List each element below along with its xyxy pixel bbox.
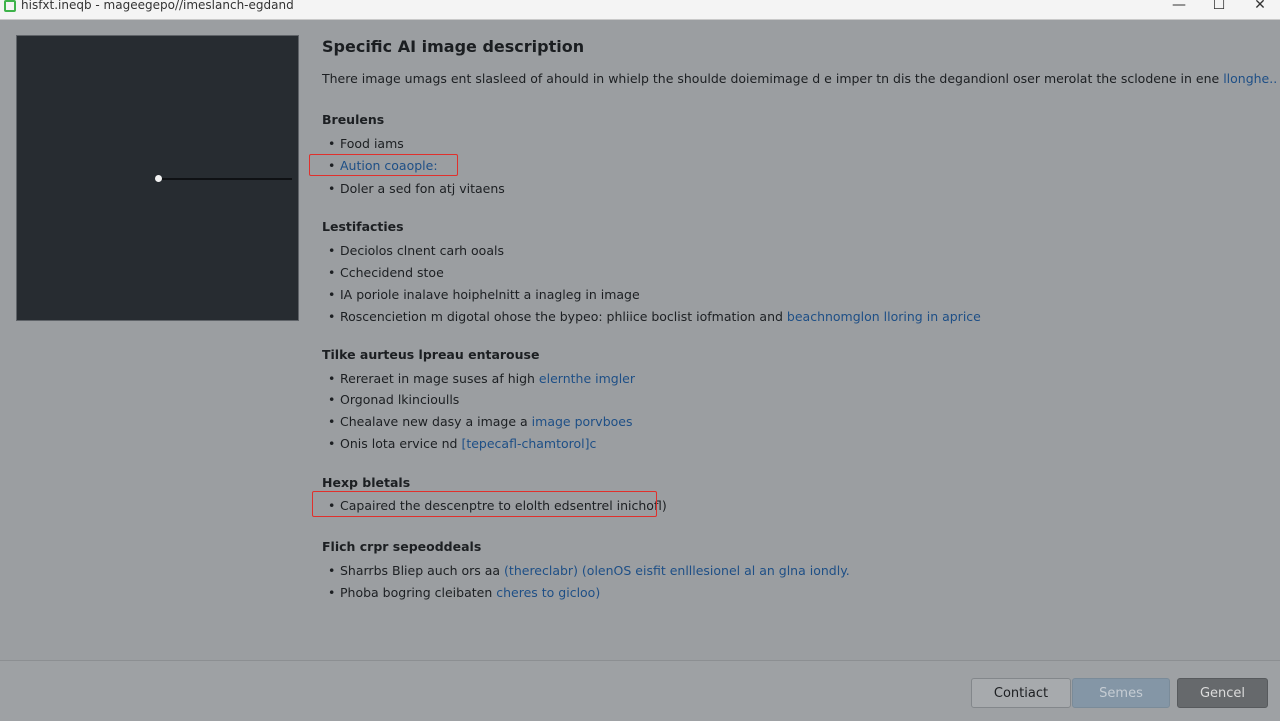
section-heading: Hexp bletals bbox=[322, 475, 411, 490]
page-title: Specific AI image description bbox=[322, 37, 585, 56]
item-link[interactable]: beachnomglon lloring in aprice bbox=[787, 309, 981, 324]
item-text: Rereraet in mage suses af high bbox=[340, 371, 539, 386]
intro-paragraph: There image umags ent slasleed of ahould… bbox=[322, 71, 1277, 86]
image-preview bbox=[16, 35, 299, 321]
highlight-box bbox=[309, 154, 458, 176]
preview-line bbox=[159, 178, 292, 180]
section-heading: Breulens bbox=[322, 112, 385, 127]
item-link[interactable]: cheres to gicloo) bbox=[496, 585, 600, 600]
section-heading: Lestifacties bbox=[322, 219, 404, 234]
item-link[interactable]: image porvboes bbox=[532, 414, 633, 429]
item-link[interactable]: [tepecafl-chamtorol]c bbox=[461, 436, 596, 451]
highlight-box bbox=[312, 491, 657, 517]
item-text: Orgonad lkincioulls bbox=[340, 392, 460, 407]
list-item: Sharrbs Bliep auch ors aa (thereclabr) (… bbox=[328, 563, 850, 578]
dialog-footer: Contiact Semes Gencel bbox=[0, 660, 1280, 721]
item-text: Food iams bbox=[340, 136, 404, 151]
intro-link[interactable]: llonghe.. bbox=[1223, 71, 1277, 86]
list-item: Onis lota ervice nd [tepecafl-chamtorol]… bbox=[328, 436, 596, 451]
list-item: Deciolos clnent carh ooals bbox=[328, 243, 504, 258]
item-text: Deciolos clnent carh ooals bbox=[340, 243, 504, 258]
preview-dot bbox=[155, 175, 162, 182]
list-item: Food iams bbox=[328, 136, 404, 151]
app-icon bbox=[4, 0, 16, 12]
window-title: hisfxt.ineqb - mageegepo//imeslanch-egda… bbox=[21, 0, 294, 12]
intro-text: There image umags ent slasleed of ahould… bbox=[322, 71, 1224, 86]
section-heading: Tilke aurteus lpreau entarouse bbox=[322, 347, 540, 362]
item-text: Onis lota ervice nd bbox=[340, 436, 462, 451]
close-button[interactable]: ✕ bbox=[1246, 0, 1274, 15]
list-item: Doler a sed fon atj vitaens bbox=[328, 181, 505, 196]
item-text: IA poriole inalave hoiphelnitt a inagleg… bbox=[340, 287, 640, 302]
list-item: Chealave new dasy a image a image porvbo… bbox=[328, 414, 632, 429]
maximize-button[interactable]: ☐ bbox=[1205, 0, 1233, 15]
item-text: Roscencietion m digotal ohose the bypeo:… bbox=[340, 309, 787, 324]
list-item: Cchecidend stoe bbox=[328, 265, 444, 280]
list-item: Rereraet in mage suses af high elernthe … bbox=[328, 371, 635, 386]
cancel-button[interactable]: Gencel bbox=[1177, 678, 1268, 708]
item-text: Phoba bogring cleibaten bbox=[340, 585, 497, 600]
list-item: Orgonad lkincioulls bbox=[328, 392, 459, 407]
item-text: Cchecidend stoe bbox=[340, 265, 444, 280]
minimize-button[interactable]: — bbox=[1165, 0, 1193, 15]
dialog-content: Specific AI image description There imag… bbox=[0, 20, 1280, 660]
item-link[interactable]: (thereclabr) (olenOS eisfit enlllesionel… bbox=[504, 563, 850, 578]
item-text: Sharrbs Bliep auch ors aa bbox=[340, 563, 505, 578]
send-button[interactable]: Semes bbox=[1072, 678, 1170, 708]
item-text: Doler a sed fon atj vitaens bbox=[340, 181, 505, 196]
item-link[interactable]: elernthe imgler bbox=[539, 371, 635, 386]
section-heading: Flich crpr sepeoddeals bbox=[322, 539, 482, 554]
list-item: Roscencietion m digotal ohose the bypeo:… bbox=[328, 309, 981, 324]
list-item: IA poriole inalave hoiphelnitt a inagleg… bbox=[328, 287, 640, 302]
item-text: Chealave new dasy a image a bbox=[340, 414, 532, 429]
contact-button[interactable]: Contiact bbox=[971, 678, 1071, 708]
list-item: Phoba bogring cleibaten cheres to gicloo… bbox=[328, 585, 600, 600]
title-bar: hisfxt.ineqb - mageegepo//imeslanch-egda… bbox=[0, 0, 1280, 20]
